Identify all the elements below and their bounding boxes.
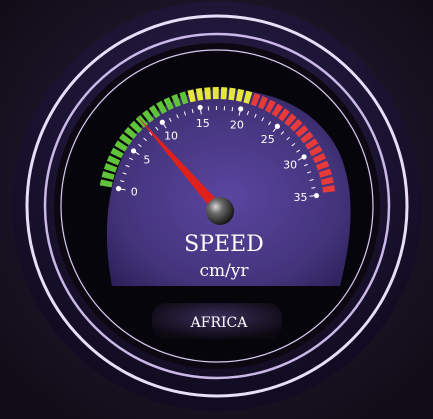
minor-tick (231, 107, 234, 112)
tick-label: 5 (143, 154, 150, 167)
major-tick-dot (274, 123, 280, 129)
major-tick-dot (130, 148, 137, 154)
major-tick-dot (159, 119, 165, 125)
tick-label: 10 (164, 130, 178, 143)
major-tick-dot (313, 192, 320, 199)
tick-label: 30 (283, 159, 297, 172)
scale-segment (220, 87, 228, 100)
speed-gauge: 0 5 10 15 20 25 30 35 SPEED cm/yr AFRICA (0, 0, 433, 419)
tick-label: 20 (230, 118, 244, 131)
tick-label: 25 (261, 133, 275, 146)
tick-label: 0 (131, 185, 138, 198)
tick-label: 15 (196, 117, 210, 130)
scale-segment (212, 87, 219, 100)
major-tick-dot (115, 186, 122, 192)
tick-label: 35 (294, 191, 308, 204)
region-label: AFRICA (190, 315, 249, 331)
needle-hub (206, 197, 234, 225)
major-tick-dot (301, 154, 307, 160)
major-tick-dot (197, 104, 203, 111)
gauge-unit: cm/yr (199, 261, 249, 281)
gauge-title: SPEED (184, 232, 264, 257)
major-tick-dot (238, 106, 244, 112)
